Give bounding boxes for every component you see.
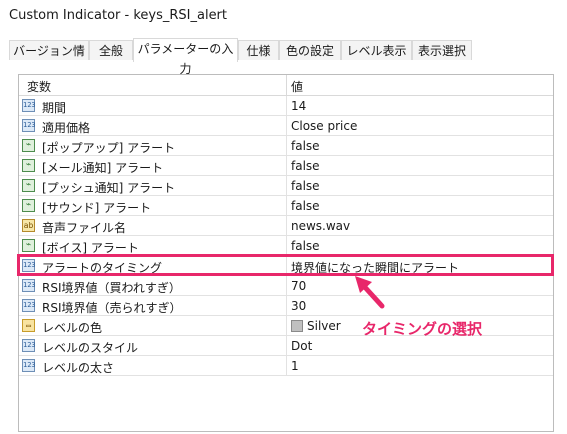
param-value[interactable]: Silver: [291, 319, 341, 333]
color-name: Silver: [307, 319, 341, 333]
param-value[interactable]: false: [291, 139, 320, 153]
highlight-box: [17, 254, 554, 276]
grid-header: 変数 値: [19, 75, 553, 96]
alert-icon: ⌁: [22, 179, 35, 192]
123-icon: 123: [22, 359, 36, 372]
tab-parameters[interactable]: パラメーターの入力: [133, 38, 238, 76]
param-value[interactable]: news.wav: [291, 219, 350, 233]
param-value[interactable]: Close price: [291, 119, 357, 133]
tab-level-display[interactable]: レベル表示: [341, 40, 412, 60]
123-icon: 123: [22, 279, 36, 292]
alert-icon: ⌁: [22, 139, 35, 152]
param-name: 音声ファイル名: [42, 221, 127, 235]
arrow-icon: [355, 276, 385, 309]
param-row-mail-alert[interactable]: ⌁ [メール通知] アラート false: [19, 156, 553, 176]
parameters-grid: 変数 値 123 期間 14 123 適用価格 Close price ⌁ [ポ…: [18, 74, 554, 432]
alert-icon: ⌁: [22, 239, 35, 252]
param-value[interactable]: false: [291, 159, 320, 173]
param-name: 期間: [42, 101, 67, 115]
param-name: RSI境界値（買われすぎ）: [42, 281, 181, 295]
tab-bar: バージョン情報 全般 パラメーターの入力 仕様 色の設定 レベル表示 表示選択: [0, 38, 567, 78]
123-icon: 123: [22, 299, 36, 312]
tab-display-select[interactable]: 表示選択: [412, 40, 472, 60]
tab-colors[interactable]: 色の設定: [279, 40, 341, 60]
param-name: [プッシュ通知] アラート: [42, 181, 176, 195]
param-name: [メール通知] アラート: [42, 161, 164, 175]
string-icon: ab: [22, 219, 35, 232]
123-icon: 123: [22, 99, 36, 112]
param-row-voice-alert[interactable]: ⌁ [ボイス] アラート false: [19, 236, 553, 256]
param-name: [ポップアップ] アラート: [42, 141, 176, 155]
header-variable: 変数: [27, 80, 52, 94]
header-divider[interactable]: [286, 75, 287, 95]
header-value: 値: [291, 80, 304, 94]
alert-icon: ⌁: [22, 159, 35, 172]
param-value[interactable]: false: [291, 179, 320, 193]
silver-swatch: [291, 320, 303, 332]
param-row-push-alert[interactable]: ⌁ [プッシュ通知] アラート false: [19, 176, 553, 196]
tab-general[interactable]: 全般: [89, 40, 133, 60]
tab-version-info[interactable]: バージョン情報: [9, 40, 89, 78]
param-row-applied-price[interactable]: 123 適用価格 Close price: [19, 116, 553, 136]
123-icon: 123: [22, 339, 36, 352]
window-title: Custom Indicator - keys_RSI_alert: [9, 8, 228, 23]
param-name: レベルのスタイル: [42, 341, 139, 355]
param-row-period[interactable]: 123 期間 14: [19, 96, 553, 116]
param-row-level-style[interactable]: 123 レベルのスタイル Dot: [19, 336, 553, 356]
param-row-level-width[interactable]: 123 レベルの太さ 1: [19, 356, 553, 376]
param-value[interactable]: 70: [291, 279, 306, 293]
param-name: [サウンド] アラート: [42, 201, 152, 215]
param-row-sound-file[interactable]: ab 音声ファイル名 news.wav: [19, 216, 553, 236]
param-value[interactable]: 1: [291, 359, 299, 373]
123-icon: 123: [22, 119, 36, 132]
param-value[interactable]: false: [291, 239, 320, 253]
param-value[interactable]: 30: [291, 299, 306, 313]
param-value[interactable]: 14: [291, 99, 306, 113]
param-value[interactable]: Dot: [291, 339, 312, 353]
param-value[interactable]: false: [291, 199, 320, 213]
param-row-popup-alert[interactable]: ⌁ [ポップアップ] アラート false: [19, 136, 553, 156]
param-row-sound-alert[interactable]: ⌁ [サウンド] アラート false: [19, 196, 553, 216]
alert-icon: ⌁: [22, 199, 35, 212]
param-name: 適用価格: [42, 121, 91, 135]
param-row-rsi-overbought[interactable]: 123 RSI境界値（買われすぎ） 70: [19, 276, 553, 296]
param-name: RSI境界値（売られすぎ）: [42, 301, 182, 315]
title-bar: Custom Indicator - keys_RSI_alert: [0, 0, 567, 34]
color-icon: ▭: [22, 319, 35, 332]
param-name: レベルの色: [42, 321, 103, 335]
tab-spec[interactable]: 仕様: [238, 40, 279, 60]
param-name: レベルの太さ: [42, 361, 115, 375]
param-row-rsi-oversold[interactable]: 123 RSI境界値（売られすぎ） 30: [19, 296, 553, 316]
annotation-label: タイミングの選択: [362, 320, 483, 338]
